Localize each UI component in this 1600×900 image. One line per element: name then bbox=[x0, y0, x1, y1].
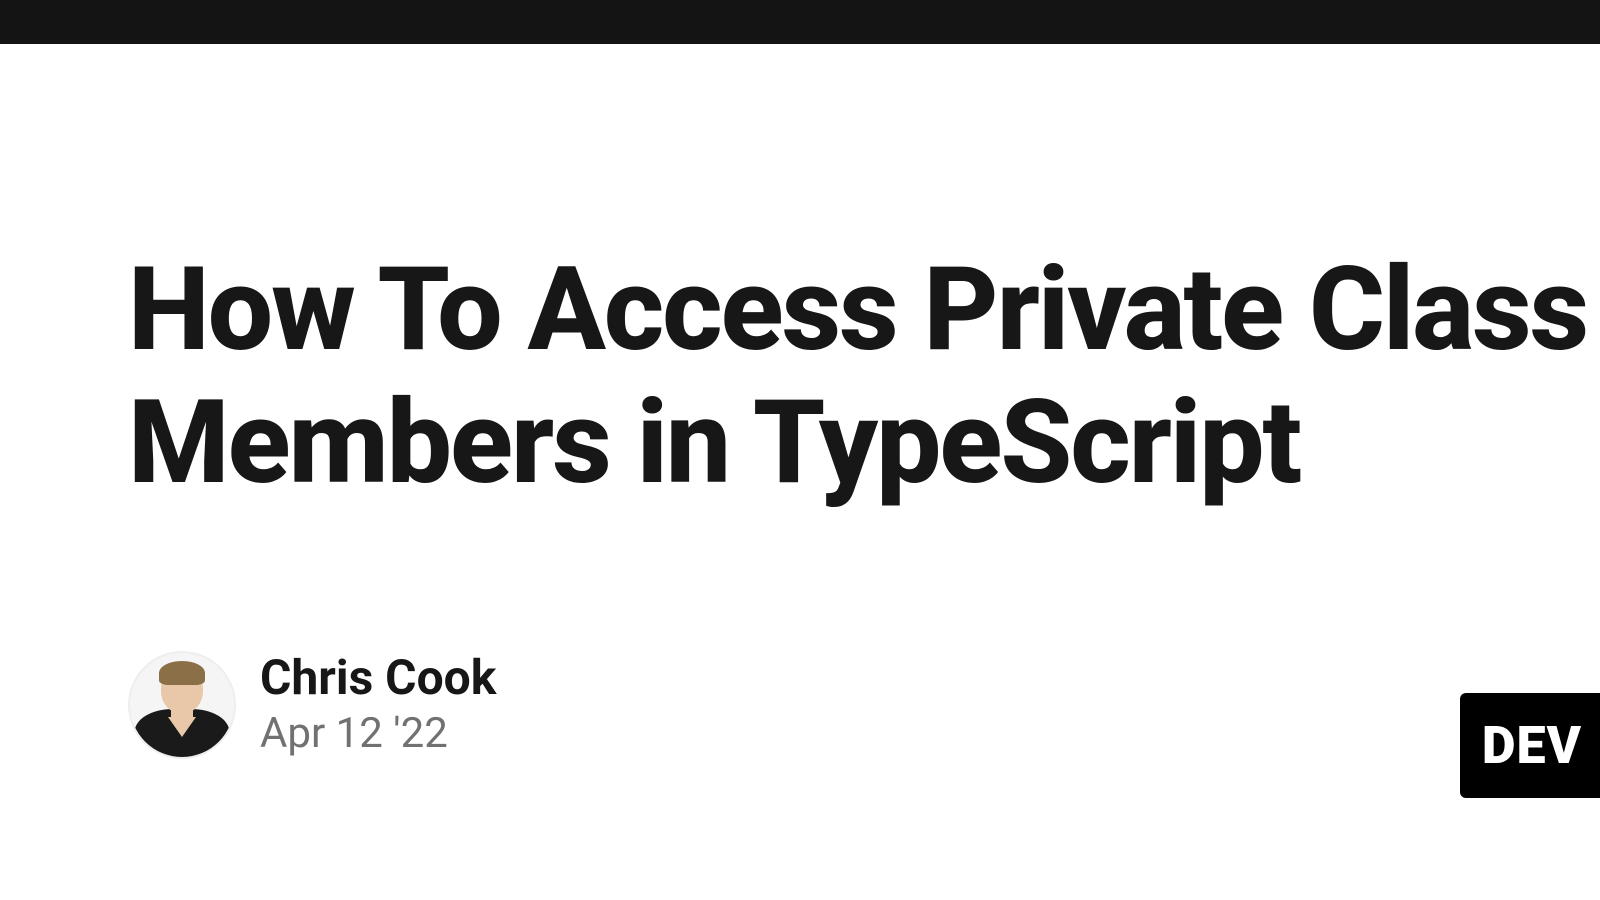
avatar-image bbox=[130, 653, 234, 757]
article-content: How To Access Private Class Members in T… bbox=[0, 44, 1600, 759]
author-info: Chris Cook Apr 12 '22 bbox=[260, 652, 496, 758]
post-date: Apr 12 '22 bbox=[260, 709, 496, 758]
top-bar bbox=[0, 0, 1600, 44]
dev-badge[interactable]: DEV bbox=[1460, 693, 1600, 798]
author-name[interactable]: Chris Cook bbox=[260, 652, 496, 705]
author-avatar[interactable] bbox=[128, 651, 236, 759]
author-section: Chris Cook Apr 12 '22 bbox=[128, 651, 1600, 759]
article-title: How To Access Private Class Members in T… bbox=[128, 244, 1600, 511]
